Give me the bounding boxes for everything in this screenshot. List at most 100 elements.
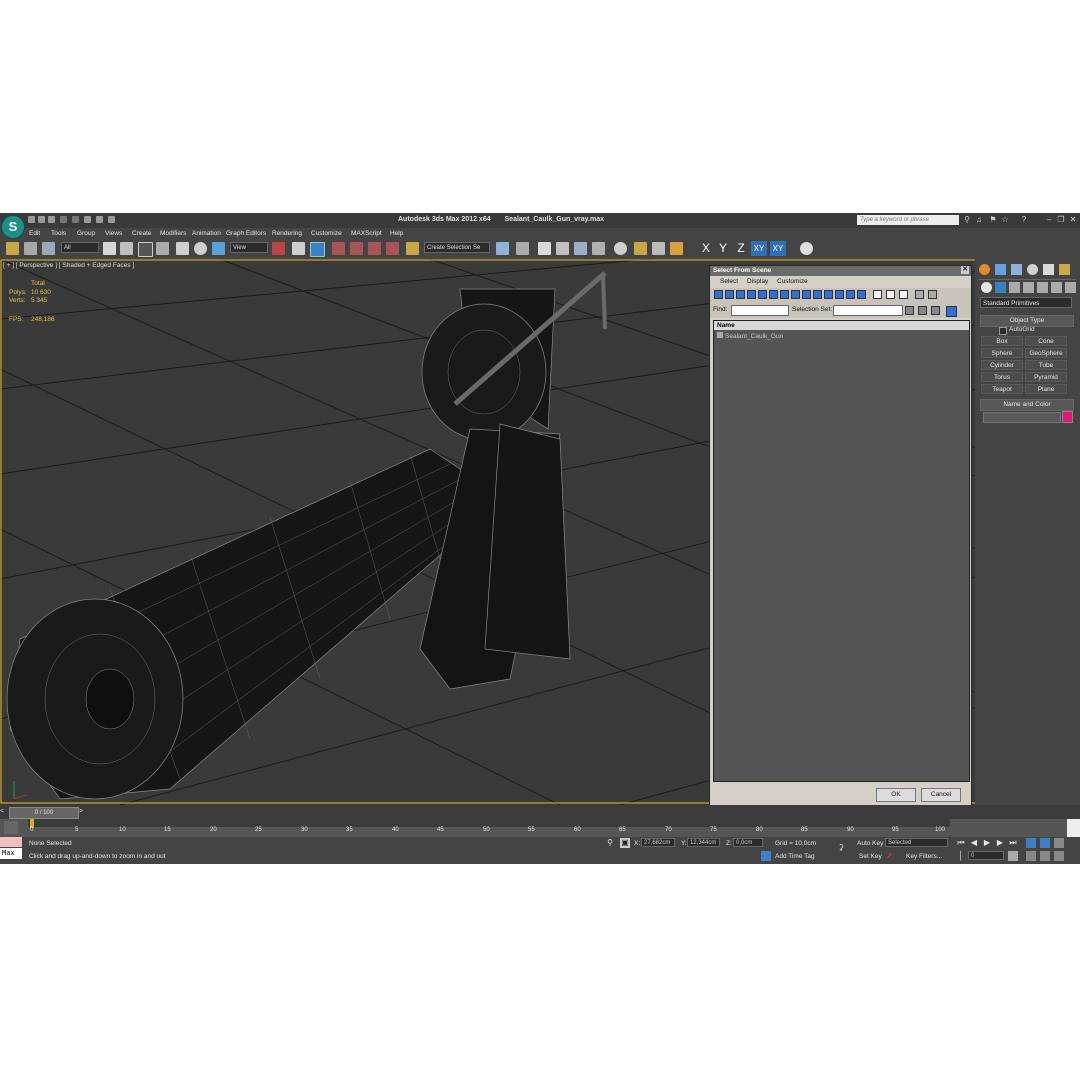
display-frozen-icon[interactable] (824, 290, 833, 299)
menu-rendering[interactable]: Rendering (272, 230, 302, 237)
restore-icon[interactable]: ❐ (1057, 216, 1065, 224)
communication-center-icon[interactable]: ♫ (975, 216, 983, 224)
key-filters-button[interactable]: Key Filters... (906, 853, 942, 860)
teapot-button[interactable]: Teapot (981, 384, 1023, 394)
zoom-extents-icon[interactable] (1054, 838, 1064, 848)
dialog-menu-select[interactable]: Select (720, 278, 738, 285)
scene-object-list[interactable]: Name Sealant_Caulk_Gun (713, 320, 970, 782)
modify-tab-icon[interactable] (995, 264, 1006, 275)
select-all-icon[interactable] (873, 290, 882, 299)
render-production-icon[interactable] (670, 242, 683, 255)
list-column-header[interactable]: Name (714, 321, 969, 330)
zoom-all-icon[interactable] (1040, 838, 1050, 848)
menu-modifiers[interactable]: Modifiers (160, 230, 186, 237)
menu-views[interactable]: Views (105, 230, 122, 237)
spinner-snap-icon[interactable] (386, 242, 399, 255)
schematic-view-icon[interactable] (592, 242, 605, 255)
previous-frame-icon[interactable]: ◀ (969, 838, 979, 848)
axis-y-button[interactable]: Y (715, 241, 731, 256)
find-input[interactable] (731, 305, 789, 316)
time-slider-bar[interactable]: < 0 / 100 > (0, 805, 1080, 819)
go-to-end-icon[interactable]: ⏭ (1008, 838, 1018, 848)
hold-icon[interactable] (84, 216, 91, 223)
select-by-name-icon[interactable] (120, 242, 133, 255)
selection-filter-dropdown[interactable]: All (61, 242, 99, 253)
lock-selection-icon[interactable]: ⚲ (605, 838, 615, 848)
display-all-icon[interactable] (846, 290, 855, 299)
axis-xy-cycle-button[interactable]: XY (770, 241, 786, 256)
select-and-move-icon[interactable] (176, 242, 189, 255)
search-icon[interactable]: ⚲ (963, 216, 971, 224)
play-icon[interactable]: ▶ (982, 838, 992, 848)
save-file-icon[interactable] (48, 216, 55, 223)
create-selection-set-icon[interactable] (918, 306, 927, 315)
y-coordinate-field[interactable]: 12,344cm (687, 838, 720, 847)
menu-graph-editors[interactable]: Graph Editors (226, 230, 266, 237)
maxscript-listener-mini[interactable] (0, 837, 22, 847)
layer-manager-icon[interactable] (538, 242, 551, 255)
subscription-icon[interactable]: ⚑ (989, 216, 997, 224)
select-invert-icon[interactable] (899, 290, 908, 299)
hierarchy-tab-icon[interactable] (1011, 264, 1022, 275)
select-and-scale-icon[interactable] (212, 242, 225, 255)
help-search-input[interactable]: Type a keyword or phrase (857, 215, 959, 225)
menu-maxscript[interactable]: MAXScript (351, 230, 382, 237)
axis-z-button[interactable]: Z (733, 241, 749, 256)
selection-set-dropdown[interactable] (833, 305, 903, 316)
axis-xy-button[interactable]: XY (751, 241, 767, 256)
align-icon[interactable] (516, 242, 529, 255)
display-space-warps-icon[interactable] (769, 290, 778, 299)
cameras-category-icon[interactable] (1023, 282, 1034, 293)
display-shapes-icon[interactable] (725, 290, 734, 299)
key-icon[interactable]: ⚳ (836, 843, 846, 853)
window-crossing-icon[interactable] (156, 242, 169, 255)
geometry-category-icon[interactable] (981, 282, 992, 293)
time-tag-icon[interactable] (761, 851, 771, 861)
render-setup-icon[interactable] (634, 242, 647, 255)
select-object-icon[interactable] (103, 242, 116, 255)
list-item[interactable]: Sealant_Caulk_Gun (717, 332, 783, 340)
menu-create[interactable]: Create (132, 230, 152, 237)
bind-to-space-warp-icon[interactable] (42, 242, 55, 255)
display-groups-icon[interactable] (780, 290, 789, 299)
display-tab-icon[interactable] (1043, 264, 1054, 275)
lights-category-icon[interactable] (1009, 282, 1020, 293)
mini-curve-editor-icon[interactable] (4, 821, 18, 834)
redo-icon[interactable] (72, 216, 79, 223)
sphere-button[interactable]: Sphere (981, 348, 1023, 358)
rectangular-selection-icon[interactable] (138, 242, 153, 257)
maxscript-input[interactable]: Max (0, 848, 22, 859)
delete-selection-set-icon[interactable] (931, 306, 940, 315)
key-mode-dropdown[interactable]: Selected (885, 838, 948, 847)
select-none-icon[interactable] (886, 290, 895, 299)
plane-button[interactable]: Plane (1025, 384, 1067, 394)
zoom-icon[interactable] (1026, 838, 1036, 848)
add-time-tag-button[interactable]: Add Time Tag (775, 853, 815, 860)
set-key-button[interactable]: Set Key (859, 853, 882, 860)
box-button[interactable]: Box (981, 336, 1023, 346)
cone-button[interactable]: Cone (1025, 336, 1067, 346)
filter-icon[interactable] (915, 290, 924, 299)
set-key-icon[interactable]: ➚ (886, 851, 898, 860)
cancel-button[interactable]: Cancel (921, 788, 961, 802)
display-containers-icon[interactable] (813, 290, 822, 299)
systems-category-icon[interactable] (1065, 282, 1076, 293)
time-slider-next-icon[interactable]: > (79, 808, 86, 816)
pyramid-button[interactable]: Pyramid (1025, 372, 1067, 382)
application-logo-button[interactable]: S (1, 215, 25, 239)
dialog-menu-display[interactable]: Display (747, 278, 768, 285)
pan-view-icon[interactable] (1040, 851, 1050, 861)
angle-snap-icon[interactable] (350, 242, 363, 255)
z-coordinate-field[interactable]: 0,0cm (733, 838, 763, 847)
display-xrefs-icon[interactable] (791, 290, 800, 299)
display-geometry-icon[interactable] (714, 290, 723, 299)
viewport-label[interactable]: [ + ] [ Perspective ] [ Shaded + Edged F… (3, 262, 134, 269)
favorites-star-icon[interactable]: ☆ (1001, 216, 1009, 224)
select-and-manipulate-icon[interactable] (292, 242, 305, 255)
create-tab-icon[interactable] (979, 264, 990, 275)
torus-button[interactable]: Torus (981, 372, 1023, 382)
graphite-ribbon-icon[interactable] (556, 242, 569, 255)
shapes-category-icon[interactable] (995, 282, 1006, 293)
tube-button[interactable]: Tube (1025, 360, 1067, 370)
filter-options-icon[interactable] (928, 290, 937, 299)
